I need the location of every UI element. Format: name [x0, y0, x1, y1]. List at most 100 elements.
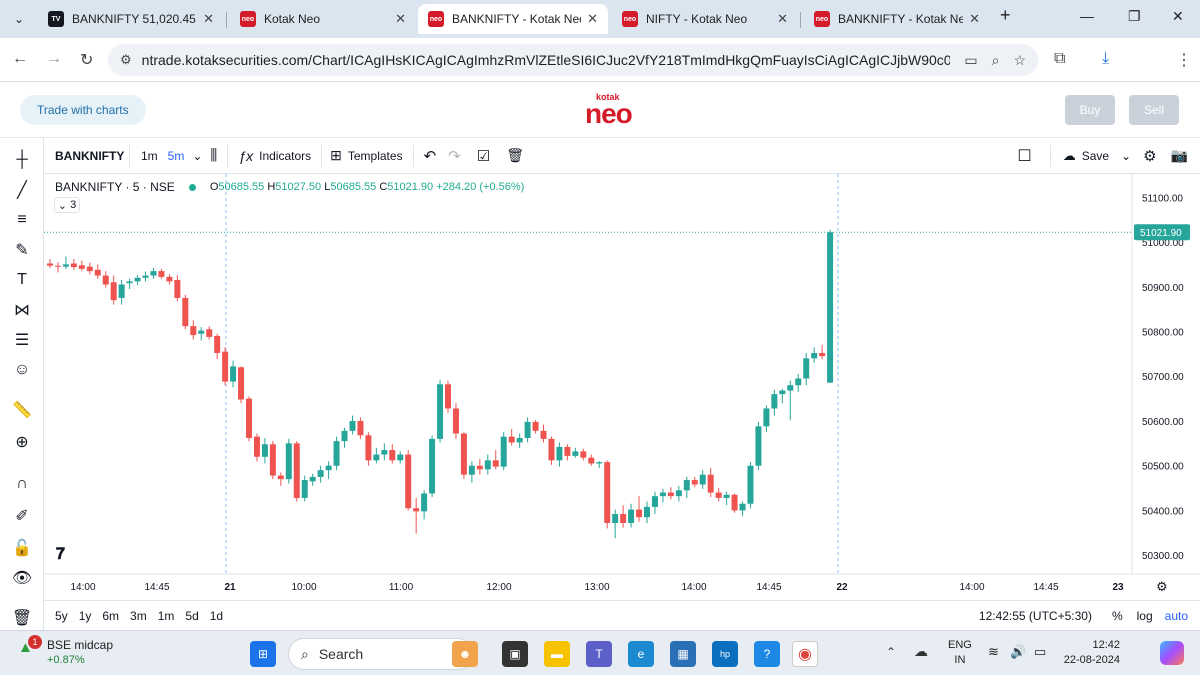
candle-body	[373, 454, 380, 461]
lock-icon[interactable]: 🔓	[10, 536, 34, 560]
onedrive-icon[interactable]: ☁	[914, 643, 928, 660]
eye-icon[interactable]: 👁	[10, 566, 34, 590]
myhp-icon[interactable]: hp	[712, 641, 738, 667]
windows-start-icon[interactable]: ⊞	[250, 641, 276, 667]
wifi-icon[interactable]: ≋	[988, 644, 999, 660]
tray-chevron-up-icon[interactable]: ⌃	[886, 645, 896, 659]
text-tool-icon[interactable]: T	[10, 268, 34, 292]
range-5y[interactable]: 5y	[55, 609, 68, 623]
interval-5m[interactable]: 5m	[168, 149, 185, 163]
fib-retracement-icon[interactable]: ≡	[10, 208, 34, 232]
save-button[interactable]: Save	[1082, 149, 1109, 163]
teams-icon[interactable]: T	[586, 641, 612, 667]
system-clock[interactable]: 12:42 22-08-2024	[1062, 638, 1120, 668]
store-icon[interactable]: ▦	[670, 641, 696, 667]
chrome-icon[interactable]: ◉	[792, 641, 818, 667]
tab-0[interactable]: TV BANKNIFTY 51,020.45 ▲ ✕	[38, 4, 224, 34]
language-indicator[interactable]: ENG IN	[948, 638, 972, 668]
range-1y[interactable]: 1y	[79, 609, 92, 623]
copilot-icon[interactable]	[1160, 641, 1184, 665]
delete-icon[interactable]: 🗑	[506, 147, 524, 164]
new-tab-icon[interactable]: +	[1000, 5, 1011, 26]
zoom-in-icon[interactable]: ⊕	[10, 430, 34, 454]
range-6m[interactable]: 6m	[102, 609, 119, 623]
help-icon[interactable]: ?	[754, 641, 780, 667]
x-tick-label: 14:45	[756, 582, 781, 593]
candle-body	[731, 494, 738, 511]
clock-readout[interactable]: 12:42:55 (UTC+5:30)	[979, 609, 1092, 623]
task-view-icon[interactable]: ▣	[502, 641, 528, 667]
range-3m[interactable]: 3m	[130, 609, 147, 623]
volume-icon[interactable]: 🔊	[1010, 644, 1026, 660]
battery-icon[interactable]: ▭	[1034, 644, 1046, 660]
emoji-icon[interactable]: ☺	[10, 358, 34, 382]
forecast-icon[interactable]: ☰	[10, 328, 34, 352]
settings-gear-icon[interactable]: ⚙	[1143, 147, 1156, 165]
auto-toggle[interactable]: auto	[1165, 609, 1188, 623]
range-1d[interactable]: 1d	[210, 609, 223, 623]
close-icon[interactable]: ✕	[203, 11, 214, 27]
price-chart[interactable]: 51100.0051000.0050900.0050800.0050700.00…	[44, 174, 1200, 600]
taskbar-search[interactable]: ⌕ Search	[288, 638, 474, 670]
tab-search-menu[interactable]: ⌄	[4, 4, 34, 34]
minimize-icon[interactable]: —	[1080, 8, 1094, 24]
install-app-icon[interactable]: ▭	[964, 52, 977, 69]
range-1m[interactable]: 1m	[158, 609, 175, 623]
zoom-icon[interactable]: ⌕	[992, 52, 1000, 69]
tab-4[interactable]: neo BANKNIFTY - Kotak Neo ✕	[804, 4, 990, 34]
tab-2[interactable]: neo BANKNIFTY - Kotak Neo ✕	[418, 4, 608, 34]
templates-button[interactable]: Templates	[348, 149, 403, 163]
chevron-down-icon[interactable]: ⌄	[192, 149, 202, 163]
x-tick-label: 23	[1112, 582, 1124, 593]
redo-icon[interactable]: ↷	[448, 147, 461, 165]
brush-icon[interactable]: ✎	[10, 238, 34, 262]
url-omnibox[interactable]: ⚙ ntrade.kotaksecurities.com/Chart/ICAgI…	[108, 44, 1038, 76]
bookmark-star-icon[interactable]: ☆	[1013, 52, 1026, 69]
candle-body	[779, 390, 786, 395]
close-window-icon[interactable]: ✕	[1172, 8, 1184, 25]
file-explorer-icon[interactable]: ▬	[544, 641, 570, 667]
candles-type-icon[interactable]: ⫼	[210, 147, 217, 164]
site-info-icon[interactable]: ⚙	[120, 52, 132, 68]
interval-1m[interactable]: 1m	[141, 149, 158, 163]
widget-title[interactable]: BSE midcap	[47, 638, 113, 652]
range-5d[interactable]: 5d	[185, 609, 198, 623]
reload-icon[interactable]: ↻	[80, 50, 93, 70]
legend-collapse-toggle[interactable]: ⌄ 3	[54, 197, 80, 213]
ruler-icon[interactable]: 📏	[10, 398, 34, 422]
camera-icon[interactable]: 📷	[1171, 147, 1188, 164]
layout-square-icon[interactable]: ☐	[1017, 146, 1031, 166]
edge-icon[interactable]: e	[628, 641, 654, 667]
download-icon[interactable]: ⤓	[1102, 50, 1109, 68]
trash-icon[interactable]: 🗑	[10, 606, 34, 630]
pattern-icon[interactable]: ⋈	[10, 298, 34, 322]
crosshair-icon[interactable]: ┼	[10, 148, 34, 172]
indicators-button[interactable]: Indicators	[259, 149, 311, 163]
candle-body	[174, 280, 181, 298]
back-arrow-icon[interactable]: ←	[12, 50, 28, 68]
buy-button[interactable]: Buy	[1065, 95, 1115, 125]
forward-arrow-icon[interactable]: →	[46, 50, 62, 68]
symbol-search[interactable]: BANKNIFTY	[55, 149, 129, 163]
browser-menu-icon[interactable]: ⋮	[1176, 50, 1192, 70]
close-icon[interactable]: ✕	[395, 11, 406, 27]
tab-3[interactable]: neo NIFTY - Kotak Neo ✕	[612, 4, 798, 34]
trend-line-icon[interactable]: ╱	[10, 178, 34, 202]
url-text[interactable]: ntrade.kotaksecurities.com/Chart/ICAgIHs…	[142, 52, 951, 68]
close-icon[interactable]: ✕	[969, 11, 980, 27]
close-icon[interactable]: ✕	[777, 11, 788, 27]
chevron-down-icon[interactable]: ⌄	[1121, 149, 1131, 163]
percent-toggle[interactable]: %	[1112, 609, 1123, 623]
log-toggle[interactable]: log	[1137, 609, 1153, 623]
undo-icon[interactable]: ↶	[424, 147, 437, 165]
sell-button[interactable]: Sell	[1129, 95, 1179, 125]
magnet-icon[interactable]: ∩	[10, 472, 34, 496]
lock-drawing-icon[interactable]: ✐	[10, 504, 34, 528]
trade-with-charts-button[interactable]: Trade with charts	[20, 95, 146, 125]
restore-icon[interactable]: ❐	[1128, 8, 1141, 25]
close-icon[interactable]: ✕	[587, 11, 598, 27]
extensions-icon[interactable]: ⧉	[1054, 50, 1065, 68]
search-highlight-icon[interactable]: ☻	[452, 641, 478, 667]
checkbox-icon[interactable]: ☑	[477, 147, 490, 165]
tab-1[interactable]: neo Kotak Neo ✕	[230, 4, 416, 34]
